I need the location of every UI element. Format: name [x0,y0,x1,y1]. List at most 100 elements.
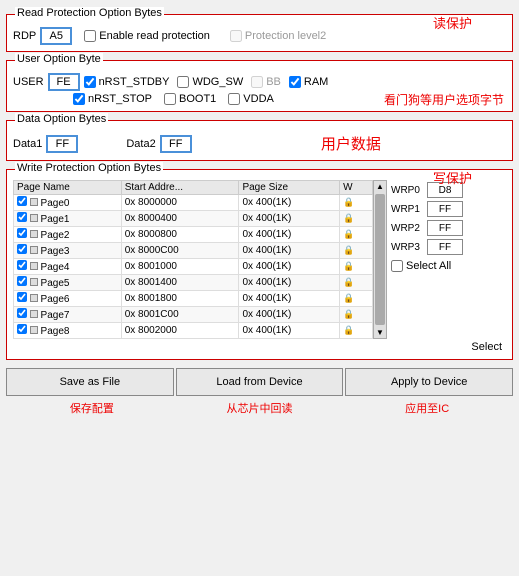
page-size-cell: 0x 400(1K) [239,195,340,211]
start-addr-cell: 0x 8001800 [121,291,239,307]
nrst-stop-checkbox[interactable] [73,93,85,105]
start-addr-cell: 0x 8000400 [121,211,239,227]
wrp3-input[interactable] [427,239,463,255]
enable-read-protection-text: Enable read protection [99,30,210,42]
user-value-input[interactable] [48,73,80,91]
data2-label: Data2 [126,138,155,150]
page-size-cell: 0x 400(1K) [239,275,340,291]
page-checkbox-7[interactable] [17,308,27,318]
data2-input[interactable] [160,135,192,153]
page-name-cell: Page1 [14,211,122,227]
data1-label: Data1 [13,138,42,150]
table-row: Page6 0x 8001800 0x 400(1K) 🔒 [14,291,373,307]
load-from-device-button[interactable]: Load from Device [176,368,344,396]
protection-level2-row: Protection level2 [230,30,326,42]
lock-cell: 🔒 [340,211,373,227]
wdg-sw-text: WDG_SW [192,76,243,88]
write-protection-group: Write Protection Option Bytes 写保护 Page N… [6,169,513,360]
wdg-sw-checkbox[interactable] [177,76,189,88]
rdp-label: RDP [13,30,36,42]
page-size-cell: 0x 400(1K) [239,323,340,339]
page-size-cell: 0x 400(1K) [239,243,340,259]
vdda-text: VDDA [243,93,274,105]
enable-read-protection-checkbox[interactable] [84,30,96,42]
wrp1-input[interactable] [427,201,463,217]
table-row: Page4 0x 8001000 0x 400(1K) 🔒 [14,259,373,275]
bb-text: BB [266,76,281,88]
ram-row: RAM [289,76,328,88]
vdda-row: VDDA [228,93,274,105]
start-addr-cell: 0x 8001000 [121,259,239,275]
apply-to-device-button[interactable]: Apply to Device [345,368,513,396]
ram-checkbox[interactable] [289,76,301,88]
data1-input[interactable] [46,135,78,153]
save-as-file-button[interactable]: Save as File [6,368,174,396]
lock-cell: 🔒 [340,307,373,323]
wrp2-label: WRP2 [391,223,423,234]
user-option-annotation: 看门狗等用户选项字节 [384,91,504,108]
write-protection-label: Write Protection Option Bytes [15,162,163,174]
read-protection-group: Read Protection Option Bytes 读保护 RDP Ena… [6,14,513,52]
user-option-group: User Option Byte USER nRST_STDBY WDG_SW … [6,60,513,112]
page-checkbox-6[interactable] [17,292,27,302]
page-checkbox-5[interactable] [17,276,27,286]
lock-cell: 🔒 [340,243,373,259]
page-name-cell: Page7 [14,307,122,323]
page-checkbox-3[interactable] [17,244,27,254]
scrollbar-thumb[interactable] [375,194,385,325]
scrollbar-down-btn[interactable]: ▼ [375,327,385,338]
nrst-stdby-text: nRST_STDBY [99,76,170,88]
table-row: Page3 0x 8000C00 0x 400(1K) 🔒 [14,243,373,259]
wrp2-row: WRP2 [391,220,506,236]
nrst-stdby-checkbox[interactable] [84,76,96,88]
page-name-cell: Page0 [14,195,122,211]
page-name-cell: Page2 [14,227,122,243]
scrollbar-up-btn[interactable]: ▲ [375,181,385,192]
page-checkbox-0[interactable] [17,196,27,206]
rdp-value-input[interactable] [40,27,72,45]
wrp2-input[interactable] [427,220,463,236]
page-name-cell: Page4 [14,259,122,275]
col-w: W [340,181,373,195]
vdda-checkbox[interactable] [228,93,240,105]
page-name-cell: Page6 [14,291,122,307]
wrp3-row: WRP3 [391,239,506,255]
start-addr-cell: 0x 8001400 [121,275,239,291]
start-addr-cell: 0x 8000C00 [121,243,239,259]
table-row: Page1 0x 8000400 0x 400(1K) 🔒 [14,211,373,227]
select-all-checkbox[interactable] [391,260,403,272]
write-protection-annotation: 写保护 [433,168,472,187]
boot1-checkbox[interactable] [164,93,176,105]
read-protection-label: Read Protection Option Bytes [15,7,164,19]
wrp1-row: WRP1 [391,201,506,217]
bottom-annotations-container: 保存配置 从芯片中回读 应用至IC [6,400,513,416]
data-option-label: Data Option Bytes [15,113,108,125]
save-annotation: 保存配置 [8,400,176,416]
boot1-row: BOOT1 [164,93,216,105]
page-size-cell: 0x 400(1K) [239,227,340,243]
user-option-label: User Option Byte [15,53,103,65]
page-checkbox-1[interactable] [17,212,27,222]
page-checkbox-8[interactable] [17,324,27,334]
wrp0-label: WRP0 [391,185,423,196]
protection-level2-text: Protection level2 [245,30,326,42]
page-checkbox-2[interactable] [17,228,27,238]
ram-text: RAM [304,76,328,88]
read-protection-annotation: 读保护 [433,13,472,32]
apply-annotation: 应用至IC [343,400,511,416]
nrst-stdby-row: nRST_STDBY [84,76,170,88]
table-row: Page5 0x 8001400 0x 400(1K) 🔒 [14,275,373,291]
wp-scrollbar[interactable]: ▲ ▼ [373,180,387,339]
page-name-cell: Page3 [14,243,122,259]
write-protection-table-container: Page Name Start Addre... Page Size W Pag… [13,180,373,339]
table-row: Page8 0x 8002000 0x 400(1K) 🔒 [14,323,373,339]
col-page-name: Page Name [14,181,122,195]
protection-level2-checkbox[interactable] [230,30,242,42]
page-size-cell: 0x 400(1K) [239,291,340,307]
page-checkbox-4[interactable] [17,260,27,270]
col-page-size: Page Size [239,181,340,195]
page-name-cell: Page5 [14,275,122,291]
bb-checkbox[interactable] [251,76,263,88]
table-row: Page7 0x 8001C00 0x 400(1K) 🔒 [14,307,373,323]
write-protection-table: Page Name Start Addre... Page Size W Pag… [13,180,373,339]
